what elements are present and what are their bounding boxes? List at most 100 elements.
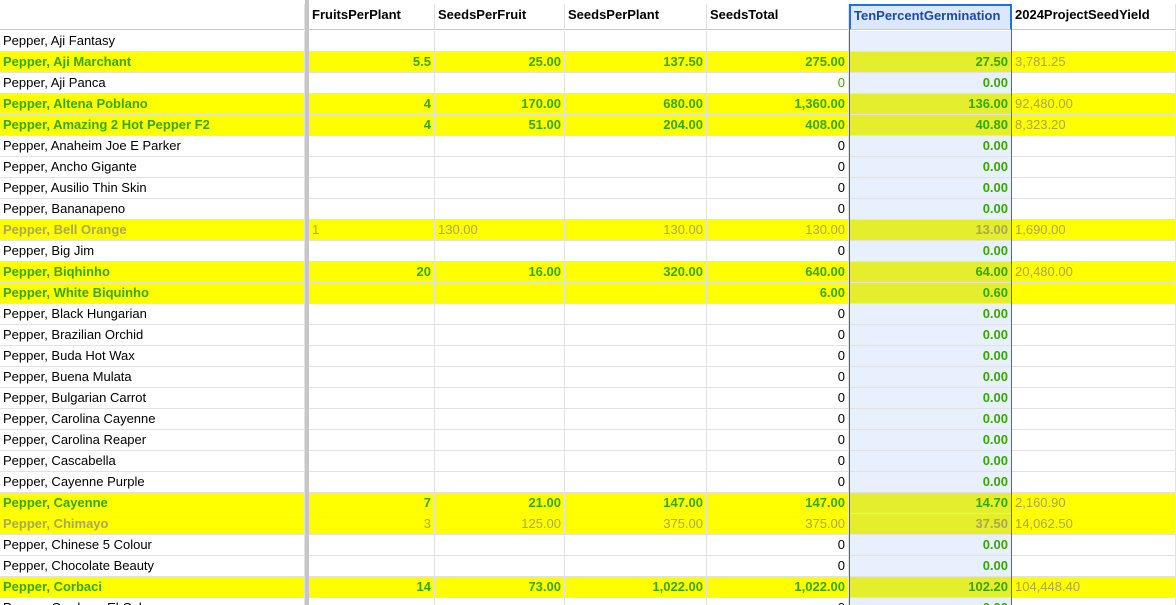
plant-name-cell[interactable]: Pepper, White Biquinho [0, 283, 305, 304]
header-fruits-per-plant[interactable]: FruitsPerPlant [309, 4, 435, 30]
fruits-per-plant-cell[interactable] [309, 535, 435, 556]
seeds-total-cell[interactable]: 375.00 [707, 514, 849, 535]
seeds-per-fruit-cell[interactable] [435, 199, 565, 220]
plant-name-cell[interactable]: Pepper, Chinese 5 Colour [0, 535, 305, 556]
project-seed-yield-cell[interactable] [1012, 241, 1176, 262]
seeds-per-plant-cell[interactable] [565, 304, 707, 325]
seeds-per-plant-cell[interactable] [565, 241, 707, 262]
fruits-per-plant-cell[interactable]: 7 [309, 493, 435, 514]
ten-percent-germination-cell[interactable]: 13.00 [849, 220, 1012, 241]
table-row[interactable]: Pepper, Anaheim Joe E Parker 0 0.00 [0, 136, 1176, 157]
project-seed-yield-cell[interactable] [1012, 73, 1176, 94]
ten-percent-germination-cell[interactable]: 0.00 [849, 409, 1012, 430]
ten-percent-germination-cell[interactable]: 40.80 [849, 115, 1012, 136]
project-seed-yield-cell[interactable] [1012, 136, 1176, 157]
ten-percent-germination-cell[interactable]: 0.60 [849, 283, 1012, 304]
table-row[interactable]: Pepper, Buena Mulata 0 0.00 [0, 367, 1176, 388]
seeds-total-cell[interactable]: 408.00 [707, 115, 849, 136]
seeds-per-fruit-cell[interactable]: 51.00 [435, 115, 565, 136]
seeds-per-plant-cell[interactable] [565, 157, 707, 178]
project-seed-yield-cell[interactable] [1012, 31, 1176, 52]
fruits-per-plant-cell[interactable] [309, 409, 435, 430]
table-row[interactable]: Pepper, Aji Fantasy [0, 31, 1176, 52]
fruits-per-plant-cell[interactable] [309, 157, 435, 178]
plant-name-cell[interactable]: Pepper, Buena Mulata [0, 367, 305, 388]
plant-name-cell[interactable]: Pepper, Ausilio Thin Skin [0, 178, 305, 199]
table-row[interactable]: Pepper, Cayenne Purple 0 0.00 [0, 472, 1176, 493]
fruits-per-plant-cell[interactable] [309, 304, 435, 325]
seeds-total-cell[interactable]: 0 [707, 535, 849, 556]
seeds-per-fruit-cell[interactable]: 170.00 [435, 94, 565, 115]
fruits-per-plant-cell[interactable] [309, 598, 435, 605]
project-seed-yield-cell[interactable] [1012, 325, 1176, 346]
seeds-per-plant-cell[interactable]: 204.00 [565, 115, 707, 136]
seeds-per-plant-cell[interactable] [565, 367, 707, 388]
table-row[interactable]: Pepper, Ausilio Thin Skin 0 0.00 [0, 178, 1176, 199]
seeds-per-plant-cell[interactable] [565, 73, 707, 94]
ten-percent-germination-cell[interactable]: 0.00 [849, 73, 1012, 94]
plant-name-cell[interactable]: Pepper, Carolina Cayenne [0, 409, 305, 430]
fruits-per-plant-cell[interactable] [309, 451, 435, 472]
table-row[interactable]: Pepper, Carolina Reaper 0 0.00 [0, 430, 1176, 451]
seeds-per-plant-cell[interactable]: 130.00 [565, 220, 707, 241]
fruits-per-plant-cell[interactable] [309, 136, 435, 157]
seeds-total-cell[interactable]: 0 [707, 304, 849, 325]
plant-name-cell[interactable]: Pepper, Corbaci [0, 577, 305, 598]
seeds-total-cell[interactable]: 0 [707, 367, 849, 388]
plant-name-cell[interactable]: Pepper, Cayenne [0, 493, 305, 514]
header-name[interactable] [0, 4, 305, 30]
fruits-per-plant-cell[interactable] [309, 73, 435, 94]
table-row[interactable]: Pepper, White Biquinho 6.00 0.60 [0, 283, 1176, 304]
project-seed-yield-cell[interactable]: 2,160.90 [1012, 493, 1176, 514]
fruits-per-plant-cell[interactable]: 3 [309, 514, 435, 535]
header-seeds-per-fruit[interactable]: SeedsPerFruit [435, 4, 565, 30]
seeds-per-plant-cell[interactable] [565, 598, 707, 605]
seeds-per-fruit-cell[interactable] [435, 367, 565, 388]
seeds-per-fruit-cell[interactable] [435, 430, 565, 451]
ten-percent-germination-cell[interactable] [849, 31, 1012, 52]
table-row[interactable]: Pepper, Aji Marchant 5.5 25.00 137.50 275.00… [0, 52, 1176, 73]
table-row[interactable]: Pepper, Bananapeno 0 0.00 [0, 199, 1176, 220]
table-row[interactable]: Pepper, Chocolate Beauty 0 0.00 [0, 556, 1176, 577]
seeds-per-fruit-cell[interactable]: 130.00 [435, 220, 565, 241]
header-seeds-per-plant[interactable]: SeedsPerPlant [565, 4, 707, 30]
fruits-per-plant-cell[interactable]: 14 [309, 577, 435, 598]
seeds-total-cell[interactable]: 0 [707, 472, 849, 493]
seeds-per-fruit-cell[interactable] [435, 31, 565, 52]
seeds-total-cell[interactable]: 0 [707, 430, 849, 451]
table-row[interactable]: Pepper, Cowhorn El Cabo 00.00 [0, 598, 1176, 605]
fruits-per-plant-cell[interactable] [309, 31, 435, 52]
seeds-total-cell[interactable]: 0 [707, 388, 849, 409]
seeds-per-fruit-cell[interactable] [435, 556, 565, 577]
seeds-per-fruit-cell[interactable]: 21.00 [435, 493, 565, 514]
ten-percent-germination-cell[interactable]: 0.00 [849, 304, 1012, 325]
ten-percent-germination-cell[interactable]: 0.00 [849, 367, 1012, 388]
table-row[interactable]: Pepper, Cascabella 0 0.00 [0, 451, 1176, 472]
plant-name-cell[interactable]: Pepper, Aji Fantasy [0, 31, 305, 52]
seeds-total-cell[interactable]: 6.00 [707, 283, 849, 304]
table-row[interactable]: Pepper, Ancho Gigante 0 0.00 [0, 157, 1176, 178]
ten-percent-germination-cell[interactable]: 0.00 [849, 388, 1012, 409]
seeds-per-plant-cell[interactable]: 147.00 [565, 493, 707, 514]
frozen-column-divider[interactable] [305, 0, 309, 605]
seeds-total-cell[interactable]: 130.00 [707, 220, 849, 241]
plant-name-cell[interactable]: Pepper, Chocolate Beauty [0, 556, 305, 577]
seeds-total-cell[interactable]: 0 [707, 325, 849, 346]
ten-percent-germination-cell[interactable]: 0.00 [849, 556, 1012, 577]
fruits-per-plant-cell[interactable] [309, 430, 435, 451]
project-seed-yield-cell[interactable] [1012, 178, 1176, 199]
table-row[interactable]: Pepper, Buda Hot Wax 0 0.00 [0, 346, 1176, 367]
project-seed-yield-cell[interactable] [1012, 409, 1176, 430]
seeds-per-fruit-cell[interactable] [435, 388, 565, 409]
project-seed-yield-cell[interactable] [1012, 199, 1176, 220]
fruits-per-plant-cell[interactable]: 5.5 [309, 52, 435, 73]
seeds-total-cell[interactable] [707, 31, 849, 52]
seeds-per-fruit-cell[interactable] [435, 283, 565, 304]
table-row[interactable]: Pepper, Corbaci 14 73.00 1,022.00 1,022.00 10… [0, 577, 1176, 598]
ten-percent-germination-cell[interactable]: 0.00 [849, 535, 1012, 556]
seeds-total-cell[interactable]: 0 [707, 556, 849, 577]
seeds-per-plant-cell[interactable] [565, 451, 707, 472]
seeds-total-cell[interactable]: 0 [707, 451, 849, 472]
seeds-per-plant-cell[interactable] [565, 535, 707, 556]
fruits-per-plant-cell[interactable]: 4 [309, 115, 435, 136]
